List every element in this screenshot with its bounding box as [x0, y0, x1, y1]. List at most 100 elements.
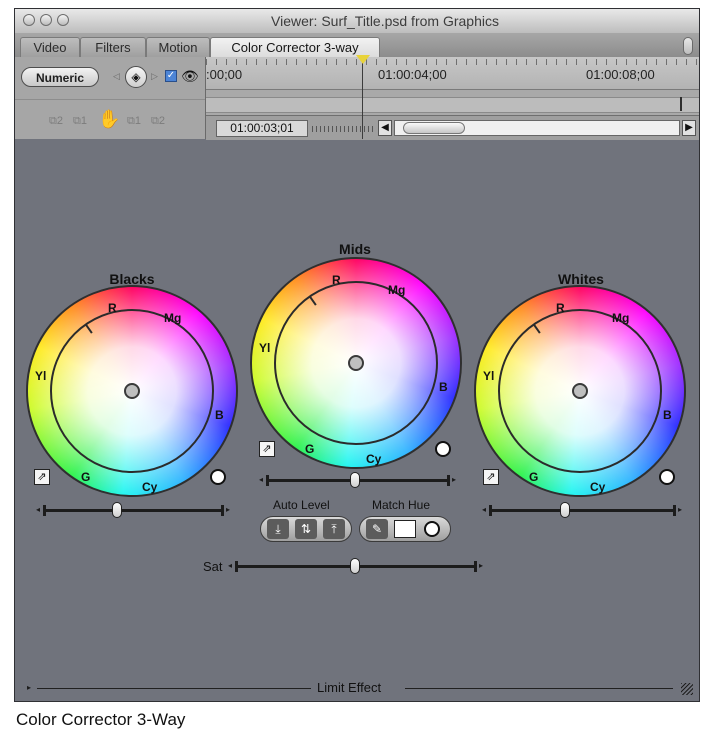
hue-label-mg: Mg	[164, 311, 182, 325]
whites-slider-end	[673, 505, 676, 516]
match-color-swatch[interactable]	[394, 520, 416, 538]
hue-label-g: G	[305, 442, 315, 456]
numeric-button[interactable]: Numeric	[21, 67, 99, 87]
playhead-marker[interactable]	[356, 55, 370, 64]
hue-label-cy: Cy	[590, 480, 606, 494]
mids-color-wheel[interactable]: R Mg B Cy G Yl	[250, 257, 462, 469]
mids-slider-right-arrow[interactable]: ▸	[452, 475, 456, 484]
hue-label-yl: Yl	[35, 369, 47, 383]
match-hue-auto-button[interactable]	[424, 521, 440, 537]
eye-icon[interactable]: 👁	[181, 68, 199, 85]
timeline-navigation-bar: 01:00:03;01 ◀ ▶	[206, 115, 699, 140]
scroll-left-button[interactable]: ◀	[378, 120, 392, 136]
tab-overflow-handle[interactable]	[683, 37, 693, 55]
whites-balance-control[interactable]	[572, 383, 588, 399]
scrollbar-thumb[interactable]	[403, 122, 465, 134]
whites-slider-left-arrow[interactable]: ◂	[482, 505, 486, 514]
whites-slider-right-arrow[interactable]: ▸	[678, 505, 682, 514]
mids-balance-control[interactable]	[348, 355, 364, 371]
hue-label-mg: Mg	[612, 311, 630, 325]
hue-label-mg: Mg	[388, 283, 406, 297]
tab-video[interactable]: Video	[20, 37, 80, 57]
hue-label-r: R	[108, 301, 117, 315]
hue-label-b: B	[215, 408, 224, 422]
control-panel: Numeric ◁ ◈ ▷ ✓ 👁 ⧉2 ⧉1 ✋ ⧉1 ⧉2	[15, 57, 206, 139]
hue-label-r: R	[332, 273, 341, 287]
blacks-level-knob[interactable]	[112, 502, 122, 518]
blacks-slider-left-arrow[interactable]: ◂	[36, 505, 40, 514]
keyframe-track[interactable]	[206, 97, 699, 113]
blacks-select-auto-balance-button[interactable]	[210, 469, 226, 485]
blacks-reset-button[interactable]: ⇗	[34, 469, 50, 485]
auto-black-level-button[interactable]: ⤓	[267, 519, 289, 539]
hue-label-cy: Cy	[142, 480, 158, 494]
whites-level-knob[interactable]	[560, 502, 570, 518]
blacks-balance-control[interactable]	[124, 383, 140, 399]
hue-label-b: B	[439, 380, 448, 394]
hue-label-cy: Cy	[366, 452, 382, 466]
whites-reset-button[interactable]: ⇗	[483, 469, 499, 485]
resize-grip-icon[interactable]	[681, 683, 693, 695]
limit-effect-divider-left	[37, 688, 311, 689]
whites-color-wheel[interactable]: R Mg B Cy G Yl	[474, 285, 686, 497]
hue-label-yl: Yl	[483, 369, 495, 383]
select-next-frame-1-icon[interactable]: ⧉1	[127, 115, 141, 128]
hue-label-b: B	[663, 408, 672, 422]
scroll-right-button[interactable]: ▶	[682, 120, 696, 136]
mids-reset-button[interactable]: ⇗	[259, 441, 275, 457]
whites-select-auto-balance-button[interactable]	[659, 469, 675, 485]
blacks-level-slider[interactable]	[46, 509, 221, 512]
figure-caption: Color Corrector 3-Way	[16, 710, 186, 729]
keyframe-timeline[interactable]: :00;00 01:00:04;00 01:00:08;00 01:00:03;…	[206, 55, 699, 140]
viewer-window: Viewer: Surf_Title.psd from Graphics Vid…	[14, 8, 700, 702]
ruler-ticks	[206, 59, 699, 65]
blacks-color-wheel[interactable]: R Mg B Cy G Yl	[26, 285, 238, 497]
tab-color-corrector-3way[interactable]: Color Corrector 3-way	[210, 37, 380, 57]
zoom-slider[interactable]	[312, 126, 374, 132]
mids-wheel-label: Mids	[339, 241, 371, 257]
saturation-slider-left-arrow[interactable]: ◂	[228, 561, 232, 570]
mids-level-knob[interactable]	[350, 472, 360, 488]
limit-effect-divider-right	[405, 688, 673, 689]
tab-motion[interactable]: Motion	[146, 37, 210, 57]
saturation-knob[interactable]	[350, 558, 360, 574]
mids-slider-end	[447, 475, 450, 486]
title-bar: Viewer: Surf_Title.psd from Graphics	[15, 9, 699, 34]
blacks-slider-end	[221, 505, 224, 516]
ruler-tick-label: 01:00:08;00	[586, 67, 655, 82]
saturation-slider-right-arrow[interactable]: ▸	[479, 561, 483, 570]
mids-select-auto-balance-button[interactable]	[435, 441, 451, 457]
eyedropper-icon[interactable]: ✎	[366, 519, 388, 539]
hand-drag-icon[interactable]: ✋	[98, 109, 120, 131]
hue-label-g: G	[529, 470, 539, 484]
previous-keyframe-icon[interactable]: ◁	[113, 71, 120, 82]
track-end-marker	[680, 97, 682, 111]
keyframe-diamond-icon[interactable]: ◈	[125, 66, 147, 88]
mids-slider-left-arrow[interactable]: ◂	[259, 475, 263, 484]
hue-label-r: R	[556, 301, 565, 315]
tab-filters[interactable]: Filters	[80, 37, 146, 57]
auto-contrast-button[interactable]: ⇅	[295, 519, 317, 539]
control-row-2: ⧉2 ⧉1 ✋ ⧉1 ⧉2	[15, 99, 205, 140]
playhead-line	[362, 57, 363, 139]
saturation-slider-end	[474, 561, 477, 572]
blacks-slider-right-arrow[interactable]: ▸	[226, 505, 230, 514]
auto-white-level-button[interactable]: ⤒	[323, 519, 345, 539]
ruler-tick-label: :00;00	[206, 67, 243, 82]
select-frame-2-icon[interactable]: ⧉2	[49, 115, 63, 128]
saturation-label: Sat	[203, 559, 223, 574]
whites-level-slider[interactable]	[492, 509, 673, 512]
window-title: Viewer: Surf_Title.psd from Graphics	[271, 13, 499, 29]
limit-effect-label[interactable]: Limit Effect	[317, 680, 381, 695]
time-ruler[interactable]: :00;00 01:00:04;00 01:00:08;00	[206, 57, 699, 90]
hue-label-yl: Yl	[259, 341, 271, 355]
match-hue-button-group: ✎	[359, 516, 451, 542]
current-timecode-field[interactable]: 01:00:03;01	[216, 120, 308, 137]
limit-effect-disclosure-icon[interactable]: ▸	[27, 683, 31, 692]
select-next-frame-2-icon[interactable]: ⧉2	[151, 115, 165, 128]
match-hue-label: Match Hue	[372, 498, 431, 512]
select-frame-1-icon[interactable]: ⧉1	[73, 115, 87, 128]
next-keyframe-icon[interactable]: ▷	[151, 71, 158, 82]
enable-checkbox[interactable]: ✓	[165, 70, 177, 82]
timeline-scrollbar[interactable]	[394, 120, 680, 136]
